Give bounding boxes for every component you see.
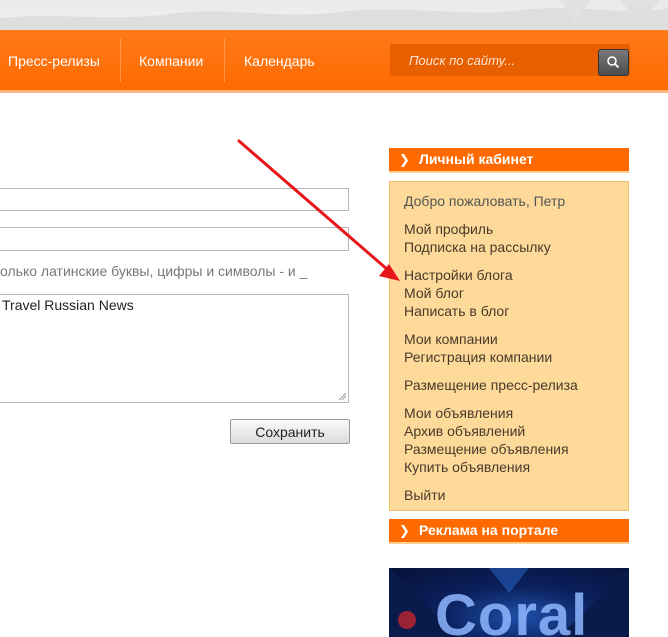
textarea-value: Travel Russian News [2, 297, 134, 313]
link-my-ads[interactable]: Мои объявления [404, 405, 513, 421]
header-decor-art [0, 0, 668, 30]
link-buy-ads[interactable]: Купить объявления [404, 459, 530, 475]
magnifier-icon [607, 56, 620, 69]
resize-grip-icon[interactable] [338, 392, 347, 401]
link-my-companies[interactable]: Мои компании [404, 331, 498, 347]
blog-title-field[interactable] [0, 188, 349, 211]
ad-banner[interactable]: Coral [389, 568, 629, 637]
link-post-press-release[interactable]: Размещение пресс-релиза [404, 377, 578, 393]
banner-brand-text: Coral [435, 583, 589, 637]
welcome-text: Добро пожаловать, Петр [404, 193, 566, 209]
link-ads-archive[interactable]: Архив объявлений [404, 423, 525, 439]
cabinet-header: ❯ Личный кабинет [389, 148, 629, 173]
link-newsletter[interactable]: Подписка на рассылку [404, 239, 551, 255]
cabinet-menu: Добро пожаловать, Петр Мой профиль Подпи… [389, 181, 629, 511]
chevron-right-icon: ❯ [399, 523, 410, 538]
nav-item-companies[interactable]: Компании [139, 40, 203, 82]
field-hint: олько латинские буквы, цифры и символы -… [0, 263, 308, 279]
link-write-blog[interactable]: Написать в блог [404, 303, 509, 319]
search-button[interactable] [598, 49, 629, 76]
blog-description-textarea[interactable]: Travel Russian News [0, 294, 349, 403]
search-box [390, 44, 630, 76]
save-button[interactable]: Сохранить [230, 419, 350, 444]
search-input[interactable] [390, 44, 590, 76]
main-navbar: Пресс-релизы Компании Календарь [0, 30, 668, 93]
header-decor-strip [0, 0, 668, 30]
nav-item-calendar[interactable]: Календарь [244, 40, 315, 82]
nav-divider [224, 38, 225, 82]
link-register-company[interactable]: Регистрация компании [404, 349, 552, 365]
link-logout[interactable]: Выйти [404, 487, 445, 503]
nav-divider [120, 38, 121, 82]
cabinet-title: Личный кабинет [419, 151, 534, 167]
blog-address-field[interactable] [0, 227, 349, 251]
nav-item-press-releases[interactable]: Пресс-релизы [8, 40, 100, 82]
ads-header: ❯ Реклама на портале [389, 519, 629, 544]
link-blog-settings[interactable]: Настройки блога [404, 267, 513, 283]
link-my-profile[interactable]: Мой профиль [404, 221, 493, 237]
chevron-right-icon: ❯ [399, 152, 410, 167]
link-post-ad[interactable]: Размещение объявления [404, 441, 569, 457]
link-my-blog[interactable]: Мой блог [404, 285, 464, 301]
ads-title: Реклама на портале [419, 522, 559, 538]
